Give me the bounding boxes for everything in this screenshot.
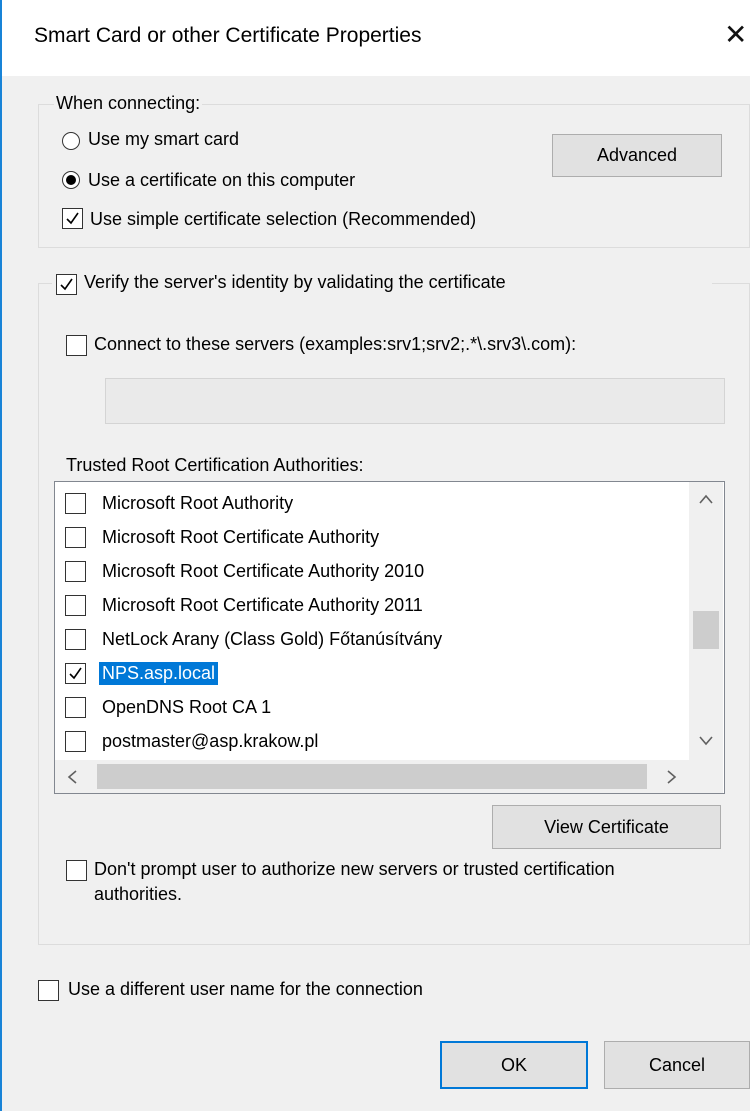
list-item-checkbox[interactable]: [65, 527, 86, 548]
list-item-checkbox[interactable]: [65, 663, 86, 684]
simple-selection-label[interactable]: Use simple certificate selection (Recomm…: [90, 209, 476, 230]
vertical-scrollbar[interactable]: [689, 482, 723, 760]
close-icon[interactable]: ✕: [724, 18, 750, 52]
cancel-button[interactable]: Cancel: [604, 1041, 750, 1089]
title-bar: Smart Card or other Certificate Properti…: [2, 0, 750, 76]
list-item[interactable]: Microsoft Root Certificate Authority 201…: [65, 556, 685, 588]
dont-prompt-label-line1[interactable]: Don't prompt user to authorize new serve…: [94, 859, 615, 880]
list-item-selected[interactable]: NPS.asp.local: [65, 658, 685, 690]
list-item[interactable]: OpenDNS Root CA 1: [65, 692, 685, 724]
use-smart-card-label[interactable]: Use my smart card: [88, 129, 239, 150]
horizontal-scrollbar[interactable]: [55, 760, 689, 793]
simple-selection-checkbox[interactable]: [62, 208, 83, 229]
ok-button[interactable]: OK: [440, 1041, 588, 1089]
horizontal-scroll-thumb[interactable]: [97, 764, 647, 789]
scroll-down-icon[interactable]: [699, 734, 713, 750]
connect-servers-label[interactable]: Connect to these servers (examples:srv1;…: [94, 334, 576, 355]
advanced-button[interactable]: Advanced: [552, 134, 722, 177]
list-item[interactable]: NetLock Arany (Class Gold) Főtanúsítvány: [65, 624, 685, 656]
use-certificate-label[interactable]: Use a certificate on this computer: [88, 170, 355, 191]
dont-prompt-label-line2[interactable]: authorities.: [94, 884, 182, 905]
list-item-label: Microsoft Root Certificate Authority 201…: [102, 595, 423, 615]
verify-server-checkbox[interactable]: [56, 274, 77, 295]
different-user-label[interactable]: Use a different user name for the connec…: [68, 979, 423, 1000]
verify-server-label[interactable]: Verify the server's identity by validati…: [84, 272, 506, 293]
list-item[interactable]: Microsoft Root Authority: [65, 488, 685, 520]
list-item[interactable]: postmaster@asp.krakow.pl: [65, 726, 685, 758]
checkmark-icon: [60, 278, 73, 291]
servers-input[interactable]: [105, 378, 725, 424]
list-item-label: NetLock Arany (Class Gold) Főtanúsítvány: [102, 629, 443, 649]
use-certificate-radio[interactable]: [62, 171, 80, 189]
list-item-label: OpenDNS Root CA 1: [102, 697, 272, 717]
list-item-label: NPS.asp.local: [99, 662, 219, 685]
list-item-label: Microsoft Root Certificate Authority: [102, 527, 380, 547]
list-item-checkbox[interactable]: [65, 493, 86, 514]
connect-servers-checkbox[interactable]: [66, 335, 87, 356]
checkmark-icon: [66, 212, 79, 225]
list-item-label: postmaster@asp.krakow.pl: [102, 731, 319, 751]
trusted-root-list[interactable]: Microsoft Root Authority Microsoft Root …: [54, 481, 725, 794]
list-item-checkbox[interactable]: [65, 629, 86, 650]
checkmark-icon: [69, 667, 82, 680]
trusted-root-label: Trusted Root Certification Authorities:: [66, 455, 364, 475]
scroll-up-icon[interactable]: [699, 492, 713, 508]
vertical-scroll-thumb[interactable]: [693, 611, 719, 649]
connecting-group-title: When connecting:: [54, 93, 203, 114]
view-certificate-button[interactable]: View Certificate: [492, 805, 721, 849]
list-item-label: Microsoft Root Authority: [102, 493, 294, 513]
use-smart-card-radio[interactable]: [62, 132, 80, 150]
list-item-checkbox[interactable]: [65, 697, 86, 718]
different-user-checkbox[interactable]: [38, 980, 59, 1001]
list-item-checkbox[interactable]: [65, 731, 86, 752]
list-item[interactable]: Microsoft Root Certificate Authority: [65, 522, 685, 554]
window-title: Smart Card or other Certificate Properti…: [34, 24, 422, 47]
list-item[interactable]: Microsoft Root Certificate Authority 201…: [65, 590, 685, 622]
dont-prompt-checkbox[interactable]: [66, 860, 87, 881]
scrollbar-corner: [689, 760, 723, 793]
list-item-checkbox[interactable]: [65, 595, 86, 616]
scroll-right-icon[interactable]: [667, 770, 677, 788]
list-item-checkbox[interactable]: [65, 561, 86, 582]
scroll-left-icon[interactable]: [67, 770, 77, 788]
dialog-window: Smart Card or other Certificate Properti…: [0, 0, 750, 1111]
list-item-label: Microsoft Root Certificate Authority 201…: [102, 561, 425, 581]
